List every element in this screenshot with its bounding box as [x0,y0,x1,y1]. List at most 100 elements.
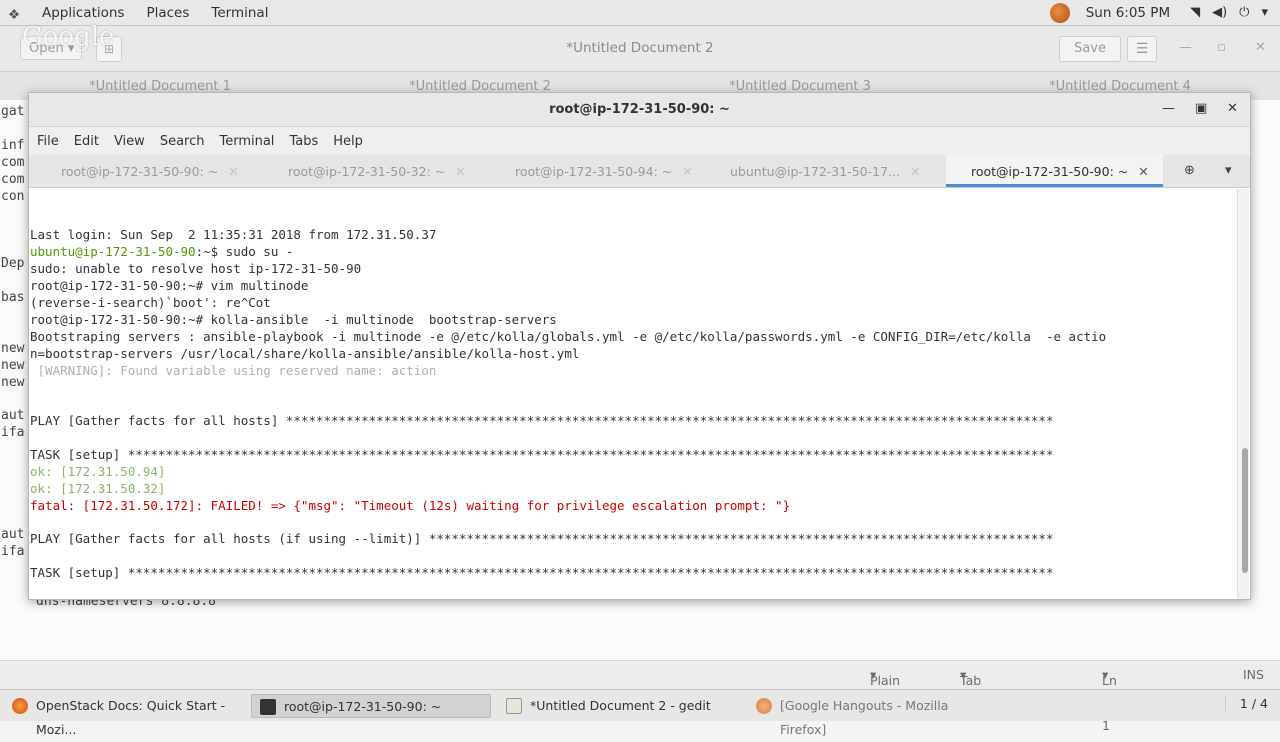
terminal-title: root@ip-172-31-50-90: ~ [549,102,730,117]
new-tab-icon[interactable]: ⊕ [1184,163,1195,178]
gedit-text: Dep [1,256,25,271]
taskbar-item-label: *Untitled Document 2 - gedit [530,698,711,713]
workspace-pager[interactable]: 1 / 4 [1224,696,1268,711]
wifi-icon[interactable]: ◥ [1190,5,1200,20]
terminal-line: sudo: unable to resolve host ip-172-31-5… [30,261,362,276]
google-watermark-logo: Google [22,22,115,52]
maximize-icon[interactable]: ▫ [1217,40,1226,55]
close-tab-icon[interactable]: ✕ [228,164,238,179]
terminal-icon [260,699,276,715]
save-button[interactable]: Save [1059,36,1121,62]
fatal-error-line: fatal: [172.31.50.172]: FAILED! => {"msg… [30,498,791,513]
taskbar-item-label: root@ip-172-31-50-90: ~ [284,699,442,714]
menu-tabs[interactable]: Tabs [289,134,318,149]
close-tab-icon[interactable]: ✕ [910,164,920,179]
taskbar-item-label: OpenStack Docs: Quick Start - Mozi... [36,698,226,737]
terminal-output[interactable]: Last login: Sun Sep 2 11:35:31 2018 from… [29,189,1237,599]
gedit-text: con [1,189,25,204]
close-tab-icon[interactable]: ✕ [455,164,465,179]
gedit-text: ifa [1,544,25,559]
play-header-line: PLAY [Gather facts for all hosts] ******… [30,413,1054,428]
minimize-icon[interactable]: — [1179,40,1192,55]
chevron-down-icon[interactable]: ▾ [1261,5,1268,20]
language-selector[interactable]: Plain Text ▾ [870,667,900,703]
terminal-line: ubuntu@ip-172-31-50-90:~$ sudo su - [30,243,293,260]
gedit-text: aut [1,527,25,542]
insert-mode: INS [1243,667,1264,682]
terminal-scrollbar-thumb[interactable] [1242,448,1248,573]
terminal-titlebar[interactable]: root@ip-172-31-50-90: ~ — ▣ ✕ [29,93,1250,127]
menu-terminal[interactable]: Terminal [219,134,274,149]
taskbar: OpenStack Docs: Quick Start - Mozi... ro… [0,689,1280,737]
terminal-tab-1[interactable]: root@ip-172-31-50-90: ~ ✕ [61,155,239,187]
gedit-headerbar: Open ▾ ⊞ *Untitled Document 2 Save ☰ — ▫… [0,26,1280,72]
terminal-line: n=bootstrap-servers /usr/local/share/kol… [30,346,580,361]
close-tab-icon[interactable]: ✕ [682,164,692,179]
user-avatar-icon[interactable] [1049,2,1070,23]
menu-file[interactable]: File [37,134,59,149]
places-menu[interactable]: Places [146,5,189,21]
gedit-text: new [1,375,25,390]
terminal-line: root@ip-172-31-50-90:~# vim multinode [30,278,309,293]
terminal-tab-5-active[interactable]: root@ip-172-31-50-90: ~ ✕ [946,155,1163,187]
terminal-line: (reverse-i-search)`boot': re^Cot [30,295,271,310]
gedit-text: inf [1,138,25,153]
terminal-app-menu[interactable]: Terminal [211,5,268,21]
gedit-text: bas [1,290,25,305]
gedit-text: aut [1,408,25,423]
prompt-user-host: ubuntu@ip-172-31-50-90 [30,244,196,259]
system-tray: Sun 6:05 PM ◥ ◀) ⏻ ▾ [1049,0,1280,25]
task-header-line: TASK [setup] ***************************… [30,565,1054,580]
tab-label: root@ip-172-31-50-90: ~ [61,164,219,179]
firefox-icon [756,698,772,714]
task-header-line: TASK [setup] ***************************… [30,447,1054,462]
terminal-tab-3[interactable]: root@ip-172-31-50-94: ~ ✕ [515,155,693,187]
ok-line: ok: [172.31.50.32] [30,481,166,496]
terminal-window: root@ip-172-31-50-90: ~ — ▣ ✕ File Edit … [28,92,1251,600]
gedit-text: new [1,358,25,373]
tab-label: root@ip-172-31-50-94: ~ [515,164,673,179]
top-bar: ❖ Applications Places Terminal Sun 6:05 … [0,0,1280,26]
taskbar-item-hangouts[interactable]: [Google Hangouts - Mozilla Firefox] [748,694,988,737]
menu-help[interactable]: Help [333,134,363,149]
taskbar-item-gedit[interactable]: *Untitled Document 2 - gedit [498,694,738,718]
taskbar-item-terminal[interactable]: root@ip-172-31-50-90: ~ [251,694,491,718]
taskbar-item-firefox-docs[interactable]: OpenStack Docs: Quick Start - Mozi... [4,694,244,737]
ok-line: ok: [172.31.50.94] [30,464,166,479]
terminal-tab-4[interactable]: ubuntu@ip-172-31-50-17... ✕ [730,155,920,187]
gedit-text: ifa [1,425,25,440]
firefox-icon [12,698,28,714]
gedit-text: com [1,172,25,187]
power-icon[interactable]: ⏻ [1239,5,1249,20]
maximize-icon[interactable]: ▣ [1195,101,1207,116]
tab-label: ubuntu@ip-172-31-50-17... [730,164,900,179]
gedit-icon [506,698,522,714]
tab-width-selector[interactable]: Tab Width: 8 ▾ [960,667,1001,718]
cursor-position[interactable]: Ln 19, Col 1 ▾ [1102,667,1122,733]
clock[interactable]: Sun 6:05 PM [1086,5,1170,21]
minimize-icon[interactable]: — [1162,101,1175,116]
close-tab-icon[interactable]: ✕ [1138,164,1148,179]
gedit-statusbar: Plain Text ▾ Tab Width: 8 ▾ Ln 19, Col 1… [0,660,1280,733]
close-icon[interactable]: ✕ [1227,101,1238,116]
tab-label: root@ip-172-31-50-32: ~ [288,164,446,179]
close-icon[interactable]: ✕ [1255,40,1266,55]
prompt-command: :~$ sudo su - [195,244,294,259]
hamburger-menu-icon[interactable]: ☰ [1127,36,1157,62]
menu-search[interactable]: Search [160,134,205,149]
warning-line: [WARNING]: Found variable using reserved… [30,363,437,378]
terminal-line: Bootstraping servers : ansible-playbook … [30,329,1107,344]
gedit-text: new [1,341,25,356]
chevron-down-icon[interactable]: ▾ [1225,163,1232,178]
menu-edit[interactable]: Edit [74,134,99,149]
applications-menu[interactable]: Applications [42,5,124,21]
tab-label: root@ip-172-31-50-90: ~ [971,164,1129,179]
gedit-text: gat [1,104,25,119]
terminal-line: root@ip-172-31-50-90:~# kolla-ansible -i… [30,312,557,327]
taskbar-item-label: [Google Hangouts - Mozilla Firefox] [780,698,949,737]
terminal-tab-2[interactable]: root@ip-172-31-50-32: ~ ✕ [288,155,466,187]
gedit-text: com [1,155,25,170]
menu-view[interactable]: View [114,134,145,149]
play-header-line: PLAY [Gather facts for all hosts (if usi… [30,531,1054,546]
volume-icon[interactable]: ◀) [1212,5,1227,20]
